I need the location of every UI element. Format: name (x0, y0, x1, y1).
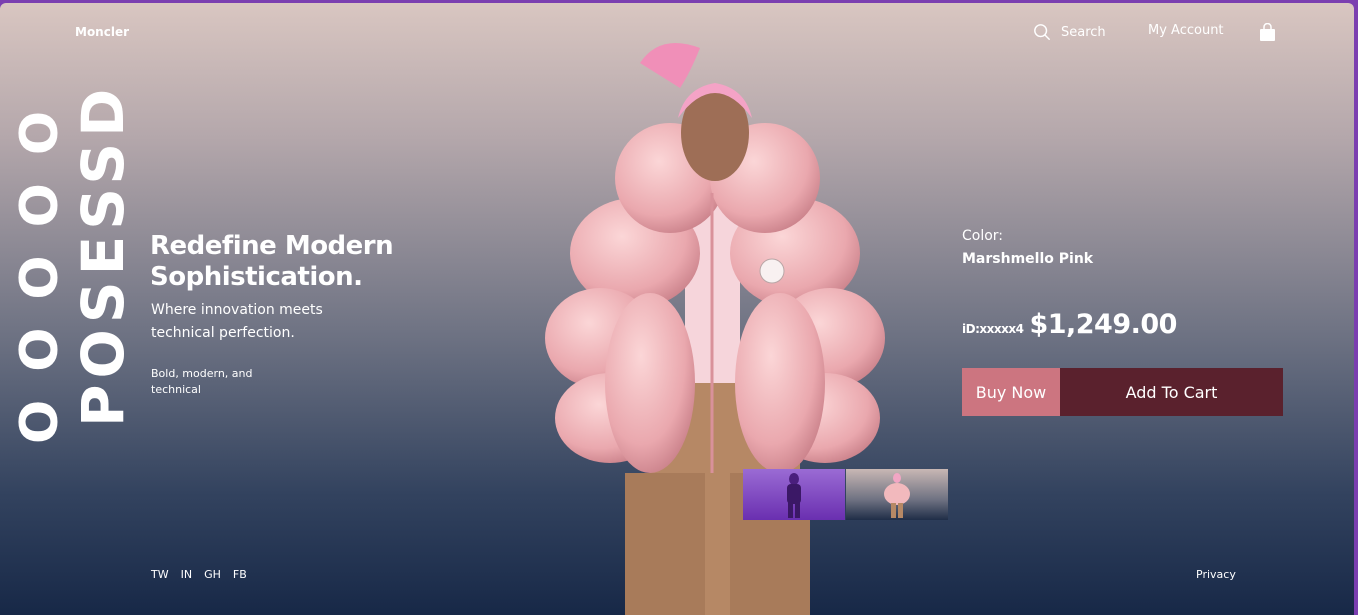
privacy-link[interactable]: Privacy (1196, 568, 1236, 581)
buy-now-button[interactable]: Buy Now (962, 368, 1060, 416)
product-price: $1,249.00 (1029, 309, 1177, 340)
add-to-cart-button[interactable]: Add To Cart (1060, 368, 1283, 416)
vertical-circles: OOOOO (10, 83, 70, 445)
price-row: iD:xxxxx4 $1,249.00 (962, 309, 1177, 340)
thumbnail-figure-image (787, 473, 801, 518)
color-label: Color: (962, 228, 1004, 244)
product-id: iD:xxxxx4 (962, 322, 1024, 336)
shopping-bag-icon (1260, 23, 1275, 41)
vertical-wordmark: POSESSD (69, 83, 137, 428)
thumbnail-jacket-image (884, 473, 910, 518)
search-link[interactable]: Search (1033, 23, 1106, 41)
search-label: Search (1061, 24, 1106, 40)
hero-subheadline: Where innovation meets technical perfect… (151, 302, 323, 341)
social-link-tw[interactable]: TW (151, 568, 169, 581)
social-link-in[interactable]: IN (181, 568, 192, 581)
hero-headline: Redefine Modern Sophistication. (150, 231, 394, 292)
color-value: Marshmello Pink (962, 251, 1094, 267)
thumbnail-purple[interactable] (743, 469, 845, 520)
search-icon (1034, 24, 1050, 40)
hero-tagline: Bold, modern, and technical (151, 367, 253, 396)
social-link-gh[interactable]: GH (204, 568, 221, 581)
social-links: TW IN GH FB (151, 568, 247, 581)
thumbnail-pink[interactable] (846, 469, 948, 520)
cart-button[interactable] (1259, 23, 1276, 42)
app-frame: Moncler Search My Account POSESSD OOOOO … (0, 3, 1354, 615)
model-image (545, 43, 885, 615)
brand-logo[interactable]: Moncler (75, 25, 129, 39)
social-link-fb[interactable]: FB (233, 568, 247, 581)
my-account-link[interactable]: My Account (1148, 23, 1224, 38)
